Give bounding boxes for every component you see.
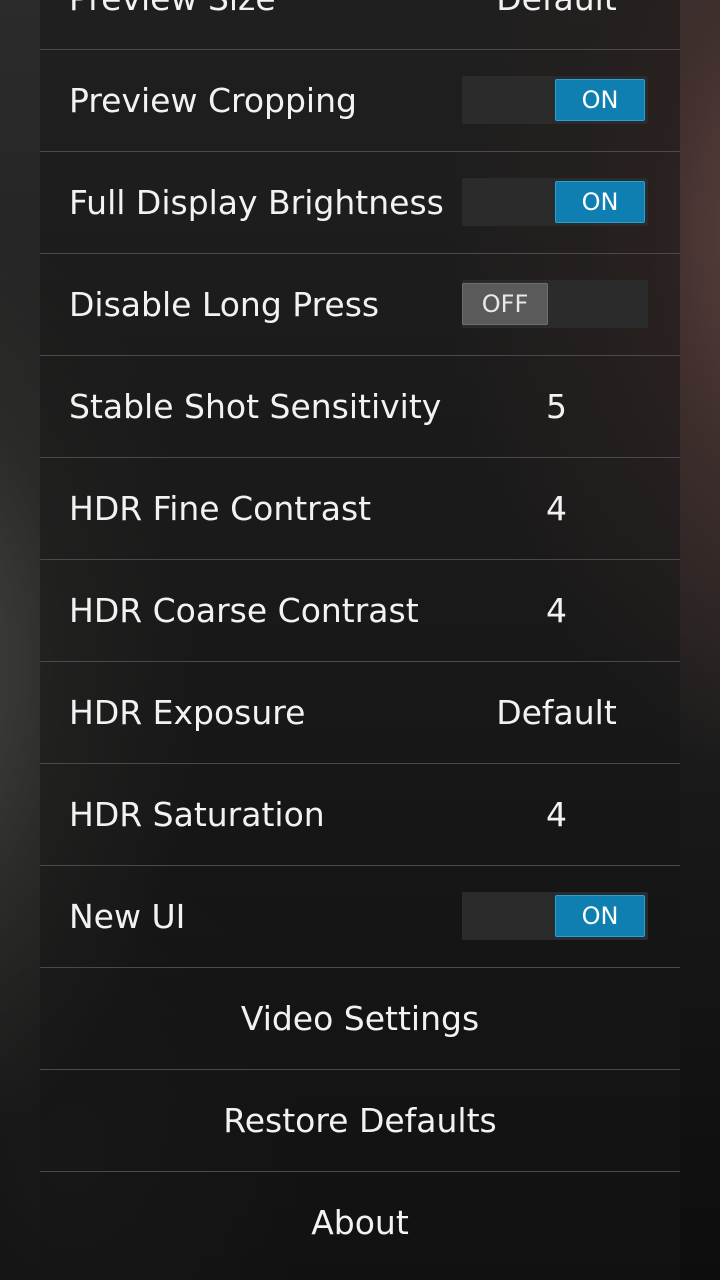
setting-label: HDR Exposure bbox=[69, 693, 306, 732]
setting-label: HDR Fine Contrast bbox=[69, 489, 372, 528]
toggle-state: ON bbox=[555, 895, 645, 937]
toggle-state: OFF bbox=[462, 283, 548, 325]
setting-row-hdr-fine-contrast[interactable]: HDR Fine Contrast 4 bbox=[40, 458, 680, 560]
video-settings-button[interactable]: Video Settings bbox=[40, 968, 680, 1070]
setting-row-preview-size[interactable]: Preview Size Default bbox=[40, 0, 680, 50]
setting-label: Disable Long Press bbox=[69, 285, 380, 324]
video-settings-label: Video Settings bbox=[240, 999, 480, 1038]
setting-value: 4 bbox=[546, 795, 567, 834]
setting-row-hdr-exposure[interactable]: HDR Exposure Default bbox=[40, 662, 680, 764]
toggle-state: ON bbox=[555, 181, 645, 223]
setting-label: Full Display Brightness bbox=[69, 183, 444, 222]
full-display-brightness-toggle[interactable]: ON bbox=[462, 178, 648, 226]
setting-row-disable-long-press: Disable Long Press OFF bbox=[40, 254, 680, 356]
setting-row-stable-shot-sensitivity[interactable]: Stable Shot Sensitivity 5 bbox=[40, 356, 680, 458]
setting-label: HDR Saturation bbox=[69, 795, 325, 834]
setting-value: Default bbox=[496, 693, 617, 732]
setting-label: HDR Coarse Contrast bbox=[69, 591, 419, 630]
setting-label: Stable Shot Sensitivity bbox=[69, 387, 442, 426]
setting-label: Preview Cropping bbox=[69, 81, 357, 120]
toggle-state: ON bbox=[555, 79, 645, 121]
restore-defaults-label: Restore Defaults bbox=[223, 1101, 497, 1140]
restore-defaults-button[interactable]: Restore Defaults bbox=[40, 1070, 680, 1172]
setting-row-full-display-brightness: Full Display Brightness ON bbox=[40, 152, 680, 254]
setting-row-new-ui: New UI ON bbox=[40, 866, 680, 968]
setting-value: 5 bbox=[546, 387, 567, 426]
setting-label: Preview Size bbox=[69, 0, 276, 49]
setting-value: 4 bbox=[546, 591, 567, 630]
new-ui-toggle[interactable]: ON bbox=[462, 892, 648, 940]
setting-row-preview-cropping: Preview Cropping ON bbox=[40, 50, 680, 152]
setting-value: 4 bbox=[546, 489, 567, 528]
settings-panel: Preview Size Default Preview Cropping ON… bbox=[40, 0, 680, 1280]
about-label: About bbox=[311, 1203, 409, 1242]
setting-row-hdr-saturation[interactable]: HDR Saturation 4 bbox=[40, 764, 680, 866]
setting-label: New UI bbox=[69, 897, 186, 936]
disable-long-press-toggle[interactable]: OFF bbox=[462, 280, 648, 328]
setting-row-hdr-coarse-contrast[interactable]: HDR Coarse Contrast 4 bbox=[40, 560, 680, 662]
preview-cropping-toggle[interactable]: ON bbox=[462, 76, 648, 124]
setting-value: Default bbox=[478, 0, 635, 49]
about-button[interactable]: About bbox=[40, 1172, 680, 1273]
